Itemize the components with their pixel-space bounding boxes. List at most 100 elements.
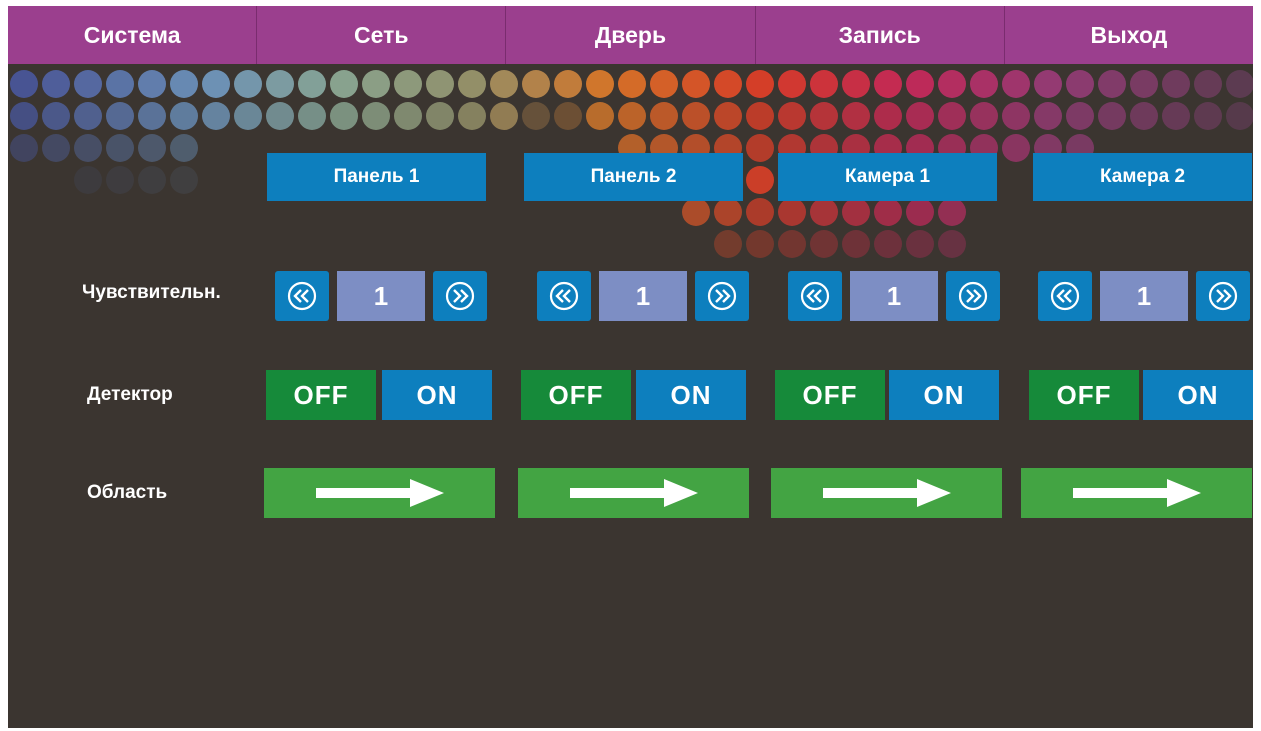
menu-record[interactable]: Запись [754,6,1004,64]
column-header-panel-1[interactable]: Панель 1 [267,153,486,201]
decorative-dot [74,70,102,98]
arrow-right-icon [1072,479,1201,507]
sensitivity-decrease-button[interactable] [537,271,591,321]
decorative-dot [394,70,422,98]
decorative-dot [1194,70,1222,98]
decorative-dot [170,102,198,130]
menu-network[interactable]: Сеть [256,6,505,64]
sensitivity-decrease-button[interactable] [788,271,842,321]
decorative-dot [10,102,38,130]
decorative-dot [586,70,614,98]
sensitivity-decrease-button[interactable] [1038,271,1092,321]
decorative-dot [746,230,774,258]
detector-off-button[interactable]: OFF [521,370,631,420]
decorative-dot [266,70,294,98]
decorative-dot [714,70,742,98]
decorative-dot [938,198,966,226]
decorative-dot [746,198,774,226]
area-setup-button[interactable] [1021,468,1252,518]
decorative-dot [1002,70,1030,98]
decorative-dot [170,166,198,194]
decorative-dot [170,70,198,98]
decorative-dot [938,230,966,258]
decorative-dot [1162,70,1190,98]
decorative-dot [298,70,326,98]
decorative-dot [778,230,806,258]
decorative-dot [874,102,902,130]
decorative-dot [1098,102,1126,130]
decorative-dot [810,102,838,130]
area-setup-button[interactable] [771,468,1002,518]
decorative-dot [650,70,678,98]
detector-on-button[interactable]: ON [889,370,999,420]
decorative-dot [394,102,422,130]
detector-off-button[interactable]: OFF [266,370,376,420]
double-chevron-left-icon [549,281,579,311]
decorative-dot [522,102,550,130]
decorative-dot [202,102,230,130]
double-chevron-right-icon [707,281,737,311]
menu-door[interactable]: Дверь [505,6,754,64]
decorative-dot [1066,70,1094,98]
decorative-dot [266,102,294,130]
decorative-dot [906,102,934,130]
detector-on-button[interactable]: ON [1143,370,1253,420]
decorative-dot [522,70,550,98]
detector-on-button[interactable]: ON [636,370,746,420]
decorative-dot [330,102,358,130]
detector-on-button[interactable]: ON [382,370,492,420]
double-chevron-right-icon [445,281,475,311]
decorative-dot [554,102,582,130]
decorative-dot [1098,70,1126,98]
decorative-dot [810,198,838,226]
decorative-dot [1034,70,1062,98]
decorative-dot [842,230,870,258]
decorative-dot [778,70,806,98]
decorative-dot [202,70,230,98]
decorative-dot [874,230,902,258]
sensitivity-increase-button[interactable] [695,271,749,321]
sensitivity-decrease-button[interactable] [275,271,329,321]
decorative-dot [1066,102,1094,130]
decorative-dot [10,70,38,98]
sensitivity-stepper-camera-2: 1 [1038,271,1253,321]
decorative-dot [490,102,518,130]
sensitivity-increase-button[interactable] [1196,271,1250,321]
decorative-dot [74,166,102,194]
decorative-dot [906,198,934,226]
decorative-dot [970,102,998,130]
area-label: Область [87,482,168,503]
decorative-dot [810,70,838,98]
decorative-dot [458,70,486,98]
area-setup-button[interactable] [518,468,749,518]
column-header-panel-2[interactable]: Панель 2 [524,153,743,201]
double-chevron-left-icon [1050,281,1080,311]
sensitivity-increase-button[interactable] [946,271,1000,321]
detector-off-button[interactable]: OFF [1029,370,1139,420]
decorative-dot [842,102,870,130]
decorative-dot [1130,70,1158,98]
decorative-dot [170,134,198,162]
decorative-dot [938,70,966,98]
column-header-camera-2[interactable]: Камера 2 [1033,153,1252,201]
decorative-dot [554,70,582,98]
decorative-dot [1034,102,1062,130]
decorative-dot [970,70,998,98]
menu-exit[interactable]: Выход [1003,6,1253,64]
sensitivity-value: 1 [1100,271,1188,321]
decorative-dot [1002,134,1030,162]
sensitivity-increase-button[interactable] [433,271,487,321]
decorative-dot [618,70,646,98]
decorative-dot [746,102,774,130]
area-setup-button[interactable] [264,468,495,518]
detector-off-button[interactable]: OFF [775,370,885,420]
decorative-dot [106,134,134,162]
menu-system[interactable]: Система [8,6,256,64]
decorative-dot [938,102,966,130]
double-chevron-right-icon [958,281,988,311]
column-header-camera-1[interactable]: Камера 1 [778,153,997,201]
sensitivity-stepper-camera-1: 1 [788,271,1003,321]
sensitivity-value: 1 [850,271,938,321]
decorative-dot [1226,70,1253,98]
decorative-dot [234,70,262,98]
